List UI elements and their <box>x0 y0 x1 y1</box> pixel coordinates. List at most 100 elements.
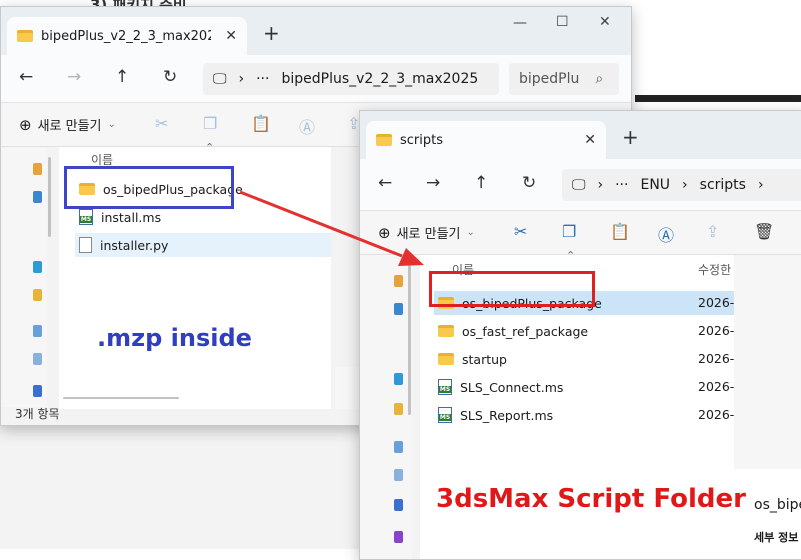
file-date: 2026- <box>698 323 735 338</box>
forward-arrow-icon[interactable]: → <box>426 173 440 193</box>
maxscript-file-icon <box>438 379 452 395</box>
share-icon[interactable]: ⇪ <box>706 222 719 241</box>
paste-icon[interactable]: 📋 <box>251 114 271 133</box>
chevron-right-icon: › <box>757 177 764 193</box>
tab-bar: scripts ✕ + <box>360 111 801 159</box>
more-icon[interactable]: ··· <box>256 71 269 87</box>
documents-icon[interactable] <box>394 441 403 453</box>
file-name: SLS_Report.ms <box>460 407 554 423</box>
address-bar[interactable]: 🖵 › ··· bipedPlus_v2_2_3_max2025 <box>203 63 499 95</box>
maxscript-file-icon <box>79 209 93 225</box>
close-icon[interactable]: ✕ <box>225 28 237 44</box>
plus-circle-icon: ⊕ <box>19 115 32 134</box>
command-bar: ⊕ 새로 만들기 ⌄ ✂ ❐ 📋 Ⓐ ⇪ 🗑 <box>360 211 801 255</box>
downloads-icon[interactable] <box>394 403 403 415</box>
background-panel <box>0 425 360 549</box>
delete-icon[interactable]: 🗑 <box>754 222 774 241</box>
address-path: bipedPlus_v2_2_3_max2025 <box>281 71 479 87</box>
preview-file-name: os_bipe <box>754 497 801 513</box>
new-button[interactable]: ⊕ 새로 만들기 ⌄ <box>19 115 116 135</box>
home-icon[interactable] <box>33 163 42 175</box>
address-part-enu[interactable]: ENU <box>640 177 670 193</box>
file-date: 2026- <box>698 379 735 394</box>
status-item-count: 3개 항목 <box>15 407 60 421</box>
paste-icon[interactable]: 📋 <box>610 222 630 241</box>
desktop-icon[interactable] <box>394 373 403 385</box>
new-tab-button[interactable]: + <box>622 125 639 149</box>
chevron-right-icon: › <box>238 71 245 87</box>
column-header-name[interactable]: 이름 <box>91 151 113 168</box>
file-list: 이름 ⌃ 수정한 os_bipedPlus_package 2026- os_f… <box>420 249 750 559</box>
sort-chevron-icon: ⌃ <box>566 249 576 262</box>
background-divider <box>635 95 801 102</box>
column-header-name[interactable]: 이름 <box>452 261 474 278</box>
list-item[interactable]: os_bipedPlus_package <box>75 177 331 201</box>
chevron-down-icon: ⌄ <box>107 119 116 130</box>
music-icon[interactable] <box>394 499 403 511</box>
pictures-icon[interactable] <box>394 469 403 481</box>
copy-icon[interactable]: ❐ <box>203 114 217 133</box>
copy-icon[interactable]: ❐ <box>562 222 576 241</box>
file-list: 이름 ⌃ os_bipedPlus_package install.ms ins… <box>59 141 331 409</box>
search-input[interactable]: bipedPlu ⌕ <box>509 63 619 95</box>
preview-pane: os_bipe 세부 정보 <box>734 255 801 559</box>
back-arrow-icon[interactable]: ← <box>378 173 392 193</box>
rename-icon[interactable]: Ⓐ <box>299 114 315 138</box>
nav-scrollbar[interactable] <box>48 157 51 237</box>
address-part-scripts[interactable]: scripts <box>700 177 746 193</box>
downloads-icon[interactable] <box>33 289 42 301</box>
nav-scrollbar[interactable] <box>408 265 411 415</box>
gallery-icon[interactable] <box>394 303 403 315</box>
column-header-date[interactable]: 수정한 <box>698 261 731 278</box>
music-icon[interactable] <box>33 385 42 397</box>
videos-icon[interactable] <box>394 531 403 543</box>
search-icon: ⌕ <box>595 71 604 87</box>
documents-icon[interactable] <box>33 325 42 337</box>
minimize-button[interactable]: — <box>513 15 527 31</box>
close-icon[interactable]: ✕ <box>584 132 596 148</box>
refresh-icon[interactable]: ↻ <box>163 67 177 87</box>
folder-icon <box>438 353 454 365</box>
cut-icon[interactable]: ✂ <box>155 114 168 133</box>
forward-arrow-icon[interactable]: → <box>67 67 81 87</box>
new-button-label: 새로 만들기 <box>37 119 102 134</box>
address-bar[interactable]: 🖵 › ··· ENU › scripts › <box>562 169 801 201</box>
up-arrow-icon[interactable]: ↑ <box>115 67 129 87</box>
search-placeholder: bipedPlu <box>519 71 580 87</box>
tab-title: bipedPlus_v2_2_3_max2025_2( <box>41 28 211 44</box>
chevron-down-icon: ⌄ <box>466 227 475 238</box>
pictures-icon[interactable] <box>33 353 42 365</box>
monitor-icon: 🖵 <box>213 71 227 87</box>
cut-icon[interactable]: ✂ <box>514 222 527 241</box>
chevron-right-icon: › <box>597 177 604 193</box>
desktop-icon[interactable] <box>33 261 42 273</box>
folder-icon <box>438 297 454 309</box>
rename-icon[interactable]: Ⓐ <box>658 222 674 246</box>
folder-icon <box>79 183 95 195</box>
new-tab-button[interactable]: + <box>263 21 280 45</box>
up-arrow-icon[interactable]: ↑ <box>474 173 488 193</box>
maximize-button[interactable]: ☐ <box>556 14 569 30</box>
tab-scripts[interactable]: scripts ✕ <box>366 121 606 159</box>
list-item[interactable]: installer.py <box>75 233 331 257</box>
monitor-icon: 🖵 <box>572 177 586 193</box>
sort-chevron-icon: ⌃ <box>205 141 215 154</box>
back-arrow-icon[interactable]: ← <box>19 67 33 87</box>
window-close-button[interactable]: ✕ <box>599 14 611 30</box>
gallery-icon[interactable] <box>33 191 42 203</box>
refresh-icon[interactable]: ↻ <box>522 173 536 193</box>
folder-icon <box>17 30 33 42</box>
horizontal-scrollbar[interactable] <box>63 397 179 399</box>
nav-pane <box>360 255 412 559</box>
preview-pane-inner <box>734 469 801 559</box>
new-button[interactable]: ⊕ 새로 만들기 ⌄ <box>378 223 475 243</box>
home-icon[interactable] <box>394 275 403 287</box>
maxscript-file-icon <box>438 407 452 423</box>
tab-bipedplus[interactable]: bipedPlus_v2_2_3_max2025_2( ✕ <box>7 17 247 55</box>
tab-title: scripts <box>400 132 443 148</box>
file-name: installer.py <box>100 237 169 253</box>
more-icon[interactable]: ··· <box>615 177 628 193</box>
annotation-mzp-inside: .mzp inside <box>97 324 252 352</box>
list-item[interactable]: install.ms <box>75 205 331 229</box>
folder-icon <box>438 325 454 337</box>
